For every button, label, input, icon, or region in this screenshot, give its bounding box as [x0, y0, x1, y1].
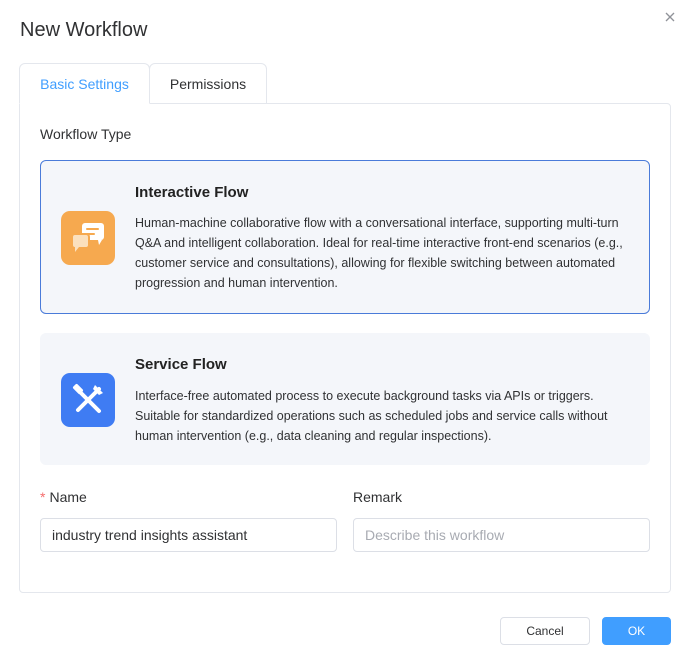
interactive-flow-card[interactable]: Interactive Flow Human-machine collabora…	[40, 160, 650, 314]
workflow-type-label: Workflow Type	[40, 126, 132, 142]
chat-bubbles-icon	[61, 211, 115, 265]
name-label: * Name	[40, 489, 87, 505]
interactive-flow-title: Interactive Flow	[135, 184, 249, 201]
close-icon[interactable]	[661, 8, 679, 26]
service-flow-card[interactable]: Service Flow Interface-free automated pr…	[40, 333, 650, 465]
dialog-title: New Workflow	[20, 19, 148, 41]
name-label-text: Name	[49, 489, 87, 505]
tab-bar: Basic Settings Permissions	[19, 63, 671, 104]
tools-icon	[61, 373, 115, 427]
tab-permissions[interactable]: Permissions	[149, 63, 267, 104]
name-input[interactable]	[40, 518, 337, 552]
ok-button[interactable]: OK	[602, 617, 671, 645]
service-flow-description: Interface-free automated process to exec…	[135, 389, 608, 443]
remark-label: Remark	[353, 489, 403, 505]
cancel-button[interactable]: Cancel	[500, 617, 590, 645]
remark-input[interactable]	[353, 518, 650, 552]
required-marker: *	[40, 489, 46, 505]
interactive-flow-description: Human-machine collaborative flow with a …	[135, 216, 623, 290]
tab-basic-settings[interactable]: Basic Settings	[19, 63, 150, 104]
service-flow-title: Service Flow	[135, 356, 227, 373]
